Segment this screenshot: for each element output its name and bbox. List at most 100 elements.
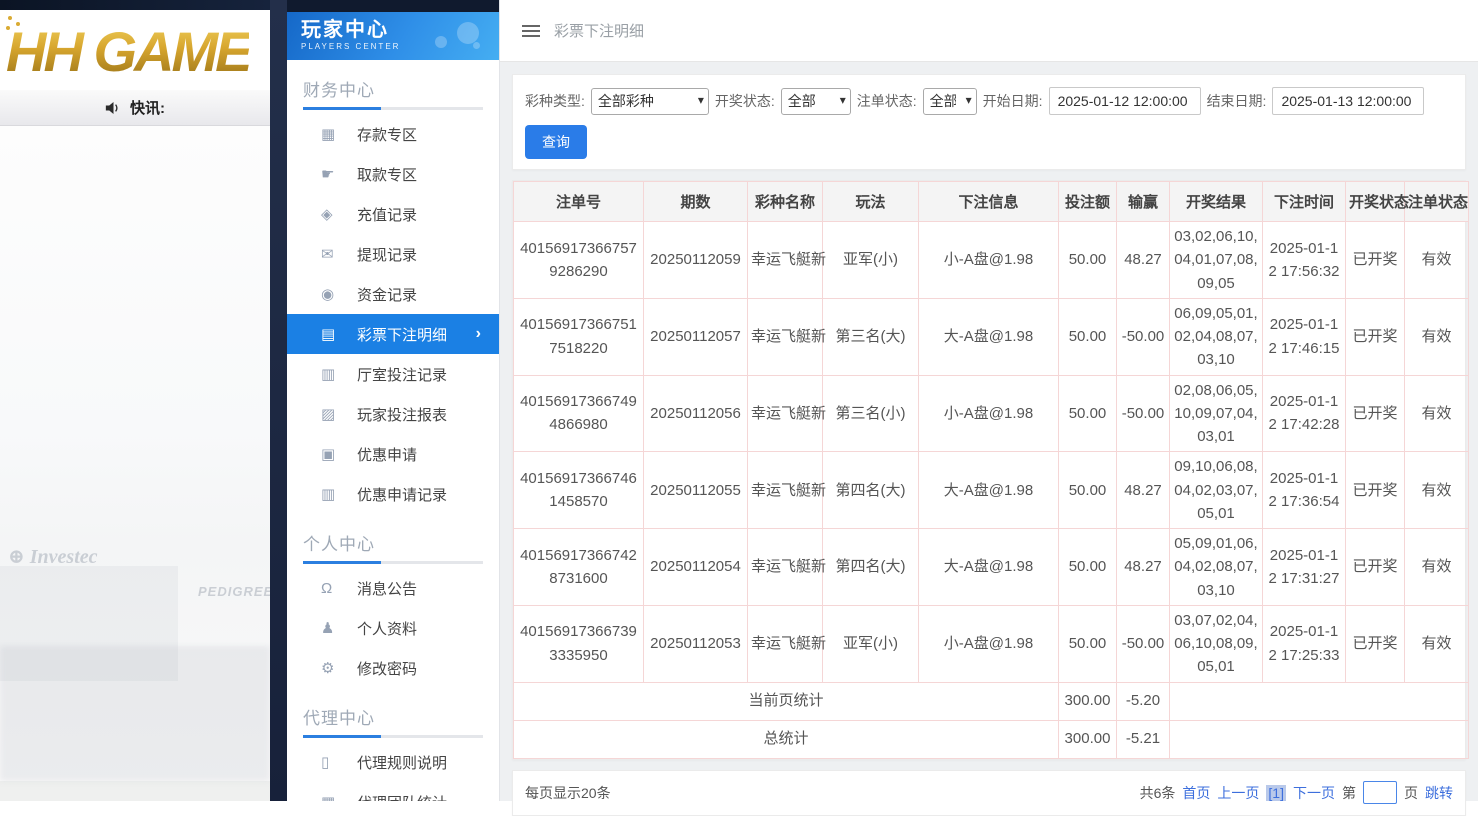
table-cell: 小-A盘@1.98: [919, 222, 1059, 299]
sidebar-header: 玩家中心 PLAYERS CENTER: [287, 12, 499, 60]
chevron-right-icon: ›: [476, 325, 481, 343]
order-status-select[interactable]: 全部: [923, 88, 977, 115]
table-cell: 05,09,01,06,04,02,08,07,03,10: [1170, 529, 1263, 606]
table-cell: 09,10,06,08,04,02,03,07,05,01: [1170, 452, 1263, 529]
team-stats-icon: ▦: [321, 793, 357, 801]
column-header: 下注时间: [1263, 182, 1346, 222]
hh-game-logo[interactable]: HH GAME: [0, 10, 249, 90]
sidebar-item-gear[interactable]: ⚙修改密码: [287, 648, 499, 688]
total-count-text: 共6条: [1140, 783, 1176, 803]
jump-button[interactable]: 跳转: [1425, 783, 1453, 803]
table-cell: 幸运飞艇新: [748, 452, 823, 529]
deposit-card-icon: ▦: [321, 125, 357, 143]
crowd-shape: [0, 646, 270, 781]
table-cell: 已开奖: [1346, 298, 1405, 375]
lottery-type-select[interactable]: 全部彩种: [591, 88, 709, 115]
summary-label: 当前页统计: [514, 682, 1059, 720]
sidebar-item-lottery-bet-detail[interactable]: ▤彩票下注明细 ›: [287, 314, 499, 354]
sparkle-icon: [8, 16, 12, 20]
sidebar-item-document[interactable]: ▯代理规则说明: [287, 742, 499, 782]
table-cell: 亚军(小): [823, 605, 919, 682]
table-cell: 第三名(大): [823, 298, 919, 375]
table-cell: 有效: [1405, 529, 1469, 606]
table-cell: 大-A盘@1.98: [919, 452, 1059, 529]
table-cell: 第三名(小): [823, 375, 919, 452]
sidebar-item-promo-apply[interactable]: ▣优惠申请: [287, 434, 499, 474]
table-cell: 有效: [1405, 222, 1469, 299]
current-page-indicator: [1]: [1266, 785, 1286, 801]
summary-empty: [1170, 720, 1469, 758]
end-date-input[interactable]: [1272, 87, 1424, 115]
summary-empty: [1170, 682, 1469, 720]
first-page-link[interactable]: 首页: [1182, 783, 1210, 803]
draw-status-label: 开奖状态:: [715, 91, 775, 111]
table-row: 40156917366757928629020250112059幸运飞艇新亚军(…: [514, 222, 1469, 299]
sidebar-item-bell[interactable]: Ω消息公告: [287, 568, 499, 608]
sidebar-item-team-stats[interactable]: ▦代理团队统计: [287, 782, 499, 801]
sidebar-item-recharge-record[interactable]: ◈充值记录: [287, 194, 499, 234]
bets-table-card: 注单号期数彩种名称玩法下注信息投注额输赢开奖结果下注时间开奖状态注单状态 401…: [512, 180, 1466, 760]
table-cell: 20250112053: [644, 605, 748, 682]
jump-suffix-label: 页: [1404, 783, 1418, 803]
table-row: 40156917366746145857020250112055幸运飞艇新第四名…: [514, 452, 1469, 529]
jump-prefix-label: 第: [1342, 783, 1356, 803]
next-page-link[interactable]: 下一页: [1293, 783, 1335, 803]
filter-panel: 彩种类型: 全部彩种 开奖状态: 全部 注单状态: 全部 开始日期: 结束日期:…: [512, 74, 1466, 170]
sidebar-item-deposit-card[interactable]: ▦存款专区: [287, 114, 499, 154]
prev-page-link[interactable]: 上一页: [1217, 783, 1259, 803]
table-row: 40156917366749486698020250112056幸运飞艇新第三名…: [514, 375, 1469, 452]
column-header: 投注额: [1059, 182, 1117, 222]
logo-band: HH GAME: [0, 10, 270, 90]
draw-status-select[interactable]: 全部: [781, 88, 851, 115]
column-header: 注单状态: [1405, 182, 1469, 222]
summary-bet-total: 300.00: [1059, 720, 1117, 758]
table-cell: 第四名(大): [823, 452, 919, 529]
table-cell: 幸运飞艇新: [748, 529, 823, 606]
menu-toggle-icon[interactable]: [522, 25, 540, 37]
lottery-bet-detail-icon: ▤: [321, 325, 357, 343]
gear-icon: ⚙: [321, 659, 357, 677]
end-date-label: 结束日期:: [1207, 91, 1267, 111]
table-cell: 50.00: [1059, 605, 1117, 682]
dark-divider: [270, 0, 287, 801]
table-cell: 有效: [1405, 605, 1469, 682]
table-cell: 幸运飞艇新: [748, 375, 823, 452]
summary-win-loss: -5.20: [1117, 682, 1170, 720]
main-content: 彩票下注明细 彩种类型: 全部彩种 开奖状态: 全部 注单状态: 全部 开始日期…: [500, 0, 1478, 801]
table-cell: 已开奖: [1346, 529, 1405, 606]
bell-icon: Ω: [321, 580, 357, 597]
table-cell: 小-A盘@1.98: [919, 605, 1059, 682]
sidebar-item-funds-record[interactable]: ◉资金记录: [287, 274, 499, 314]
table-cell: 02,08,06,05,10,09,07,04,03,01: [1170, 375, 1263, 452]
table-cell: 48.27: [1117, 222, 1170, 299]
sidebar-item-label: 消息公告: [357, 578, 417, 599]
summary-bet-total: 300.00: [1059, 682, 1117, 720]
column-header: 期数: [644, 182, 748, 222]
table-header-row: 注单号期数彩种名称玩法下注信息投注额输赢开奖结果下注时间开奖状态注单状态: [514, 182, 1469, 222]
sidebar-item-withdraw-hand[interactable]: ☛取款专区: [287, 154, 499, 194]
sidebar-item-person[interactable]: ♟个人资料: [287, 608, 499, 648]
sidebar-item-hall-bet-record[interactable]: ▥厅室投注记录: [287, 354, 499, 394]
sidebar-item-label: 取款专区: [357, 164, 417, 185]
promo-apply-record-icon: ▥: [321, 485, 357, 503]
sidebar-item-label: 资金记录: [357, 284, 417, 305]
table-cell: 大-A盘@1.98: [919, 529, 1059, 606]
sidebar: 玩家中心 PLAYERS CENTER 财务中心▦存款专区☛取款专区◈充值记录✉…: [287, 0, 500, 801]
news-ticker-bar: 快讯:: [0, 90, 270, 126]
sidebar-item-player-bet-report[interactable]: ▨玩家投注报表: [287, 394, 499, 434]
summary-win-loss: -5.21: [1117, 720, 1170, 758]
sidebar-item-withdrawal-record[interactable]: ✉提现记录: [287, 234, 499, 274]
table-row: 40156917366739333595020250112053幸运飞艇新亚军(…: [514, 605, 1469, 682]
start-date-input[interactable]: [1049, 87, 1201, 115]
section-underline: [303, 107, 483, 110]
document-icon: ▯: [321, 753, 357, 771]
summary-label: 总统计: [514, 720, 1059, 758]
search-button[interactable]: 查询: [525, 125, 587, 159]
table-cell: 2025-01-12 17:31:27: [1263, 529, 1346, 606]
sidebar-item-promo-apply-record[interactable]: ▥优惠申请记录: [287, 474, 499, 514]
promo-apply-icon: ▣: [321, 445, 357, 463]
section-heading: 代理中心: [303, 704, 483, 729]
section-underline: [303, 561, 483, 564]
sidebar-item-label: 优惠申请: [357, 444, 417, 465]
sidebar-item-label: 彩票下注明细: [357, 324, 447, 345]
